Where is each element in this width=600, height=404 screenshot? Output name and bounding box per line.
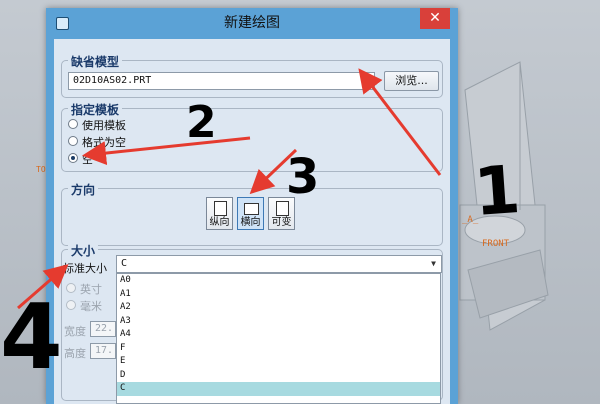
bg-label-front: FRONT <box>482 239 510 249</box>
radio-empty-format-label: 格式为空 <box>82 136 126 149</box>
standard-size-value: C <box>121 258 128 269</box>
default-model-label: 缺省模型 <box>68 53 123 70</box>
list-item-a3[interactable]: A3 <box>117 315 440 329</box>
radio-mm-label: 毫米 <box>80 300 102 313</box>
orientation-label: 方向 <box>68 181 99 198</box>
radio-empty-label: 空 <box>82 153 93 166</box>
radio-use-template-label: 使用模板 <box>82 119 126 132</box>
size-label: 大小 <box>68 242 99 259</box>
default-model-input[interactable]: 02D10AS02.PRT <box>68 72 375 90</box>
radio-inch[interactable] <box>66 283 76 293</box>
list-item-e[interactable]: E <box>117 355 440 369</box>
close-button[interactable]: ✕ <box>420 8 450 29</box>
radio-empty-format[interactable] <box>68 136 78 146</box>
radio-use-template[interactable] <box>68 119 78 129</box>
bg-label-a: _A_ <box>462 215 479 225</box>
radio-mm[interactable] <box>66 300 76 310</box>
list-item-f[interactable]: F <box>117 342 440 356</box>
standard-size-label: 标准大小 <box>63 262 107 275</box>
browse-button[interactable]: 浏览... <box>384 71 439 91</box>
height-input[interactable]: 17. <box>90 343 116 359</box>
dialog-title: 新建绘图 <box>224 15 280 31</box>
list-item-d[interactable]: D <box>117 369 440 383</box>
list-item-c[interactable]: C <box>117 382 440 396</box>
landscape-label: 横向 <box>240 217 261 228</box>
variable-button[interactable]: 可变 <box>268 197 295 230</box>
width-input[interactable]: 22. <box>90 321 116 337</box>
width-label: 宽度 <box>64 325 86 338</box>
template-label: 指定模板 <box>68 101 123 118</box>
radio-empty[interactable] <box>68 153 78 163</box>
list-item-a0[interactable]: A0 <box>117 274 440 288</box>
list-item-a1[interactable]: A1 <box>117 288 440 302</box>
portrait-button[interactable]: 纵向 <box>206 197 233 230</box>
portrait-label: 纵向 <box>209 217 230 228</box>
radio-inch-label: 英寸 <box>80 283 102 296</box>
list-item-a2[interactable]: A2 <box>117 301 440 315</box>
landscape-button[interactable]: 横向 <box>237 197 264 230</box>
size-dropdown-list[interactable]: A0 A1 A2 A3 A4 F E D C <box>116 273 441 404</box>
dialog-titlebar[interactable]: 新建绘图 ✕ <box>46 8 458 38</box>
bg-label-left: TO <box>36 165 46 174</box>
variable-label: 可变 <box>271 217 292 228</box>
list-item-a4[interactable]: A4 <box>117 328 440 342</box>
height-label: 高度 <box>64 347 86 360</box>
standard-size-dropdown[interactable]: C ▼ <box>116 255 442 273</box>
chevron-down-icon[interactable]: ▼ <box>431 256 436 272</box>
